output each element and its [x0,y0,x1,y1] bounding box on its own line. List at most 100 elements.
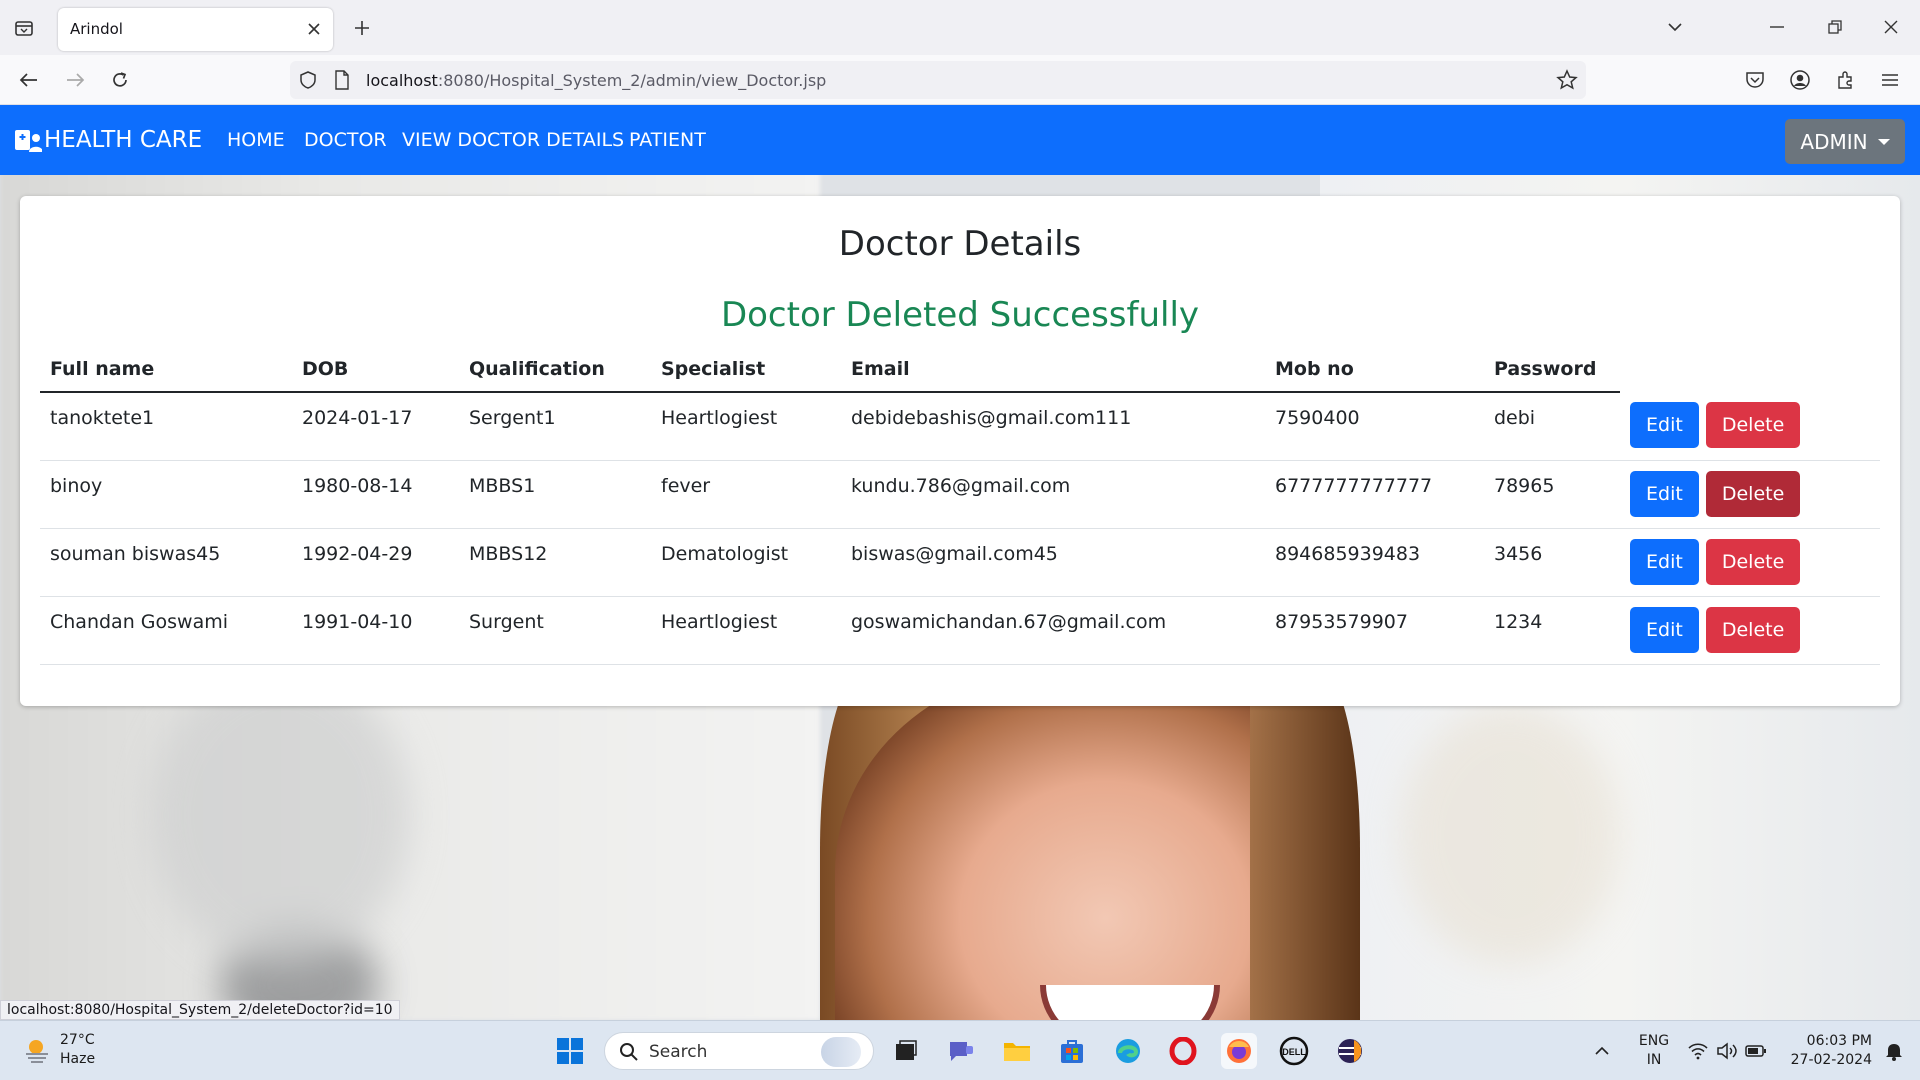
cell-dob: 1992-04-29 [292,528,459,597]
cell-actions: Edit Delete [1620,528,1880,597]
task-view-icon[interactable] [888,1033,924,1069]
chat-icon[interactable] [943,1033,979,1069]
nav-home[interactable]: HOME [227,129,285,151]
account-icon[interactable] [1785,65,1815,95]
date: 27-02-2024 [1790,1052,1872,1068]
delete-button[interactable]: Delete [1705,470,1801,517]
pocket-icon[interactable] [1740,65,1770,95]
caret-down-icon [1877,138,1890,145]
window-close-icon[interactable] [1876,12,1906,42]
url-text[interactable]: localhost:8080/Hospital_System_2/admin/v… [366,71,826,90]
region-code: IN [1646,1052,1662,1068]
cell-email: biswas@gmail.com45 [841,528,1265,597]
edit-button[interactable]: Edit [1630,470,1699,517]
cell-full-name: souman biswas45 [40,528,292,597]
eclipse-icon[interactable] [1332,1033,1368,1069]
delete-button[interactable]: Delete [1705,538,1801,585]
brand-link[interactable]: HEALTH CARE [14,127,202,153]
url-bar[interactable]: localhost:8080/Hospital_System_2/admin/v… [290,61,1586,99]
search-highlight-icon [821,1037,861,1067]
reload-icon[interactable] [105,65,135,95]
cell-dob: 1980-08-14 [292,460,459,529]
extensions-icon[interactable] [1830,65,1860,95]
nav-view-doctor-details[interactable]: VIEW DOCTOR DETAILS [402,129,624,151]
delete-button[interactable]: Delete [1705,402,1801,448]
cell-qualification: MBBS12 [459,528,651,597]
store-icon[interactable] [1054,1033,1090,1069]
table-row: binoy 1980-08-14 MBBS1 fever kundu.786@g… [40,460,1880,529]
notification-bell-icon[interactable] [1876,1033,1912,1069]
header-specialist: Specialist [651,346,841,393]
cell-specialist: fever [651,460,841,529]
background-blur [150,665,410,965]
link-status-bar: localhost:8080/Hospital_System_2/deleteD… [0,1000,400,1020]
minimize-icon[interactable] [1762,12,1792,42]
cell-mob-no: 894685939483 [1265,528,1484,597]
chevron-down-icon[interactable] [1660,12,1690,42]
browser-tabstrip: Arindol [0,0,1920,55]
cell-full-name: Chandan Goswami [40,596,292,665]
edit-button[interactable]: Edit [1630,538,1699,585]
cell-password: debi [1484,392,1620,461]
nav-doctor[interactable]: DOCTOR [304,129,387,151]
cell-mob-no: 87953579907 [1265,596,1484,665]
taskbar-search[interactable]: Search [604,1032,874,1070]
page-title: Doctor Details [838,224,1082,264]
dell-icon[interactable]: DELL [1276,1033,1312,1069]
table-header-row: Full name DOB Qualification Specialist E… [40,346,1880,393]
doctor-icon [15,130,42,152]
bookmark-star-icon[interactable] [1556,69,1578,95]
temperature: 27°C [60,1032,95,1048]
edit-button[interactable]: Edit [1630,402,1699,448]
cell-qualification: Sergent1 [459,392,651,461]
new-tab-icon[interactable] [348,14,376,42]
clock[interactable]: 06:03 PM 27-02-2024 [1780,1032,1872,1070]
header-qualification: Qualification [459,346,651,393]
menu-icon[interactable] [1875,65,1905,95]
taskbar: 27°C Haze Search DELL ENG IN 06:03 PM 27… [0,1020,1920,1080]
language-indicator[interactable]: ENG IN [1634,1032,1674,1070]
opera-icon[interactable] [1165,1033,1201,1069]
restore-icon[interactable] [1820,12,1850,42]
cell-dob: 1991-04-10 [292,596,459,665]
browser-toolbar: localhost:8080/Hospital_System_2/admin/v… [0,55,1920,105]
battery-icon[interactable] [1738,1033,1774,1069]
back-icon[interactable] [14,65,44,95]
search-icon [619,1042,639,1066]
delete-button[interactable]: Delete [1705,606,1801,653]
cell-password: 3456 [1484,528,1620,597]
cell-actions: Edit Delete [1620,460,1880,529]
close-icon[interactable] [303,18,325,40]
chevron-up-icon[interactable] [1584,1033,1620,1069]
tab-list-icon[interactable] [10,14,38,42]
app-navbar: HEALTH CARE HOME DOCTOR VIEW DOCTOR DETA… [0,105,1920,175]
nav-patient[interactable]: PATIENT [629,129,706,151]
table-row: souman biswas45 1992-04-29 MBBS12 Demato… [40,528,1880,597]
cell-specialist: Heartlogiest [651,596,841,665]
header-full-name: Full name [40,346,292,393]
windows-start-icon[interactable] [552,1033,588,1069]
firefox-icon[interactable] [1221,1033,1257,1069]
admin-dropdown-button[interactable]: ADMIN [1785,119,1905,164]
cell-mob-no: 7590400 [1265,392,1484,461]
search-placeholder: Search [649,1042,708,1062]
cell-full-name: binoy [40,460,292,529]
edge-icon[interactable] [1110,1033,1146,1069]
header-dob: DOB [292,346,459,393]
weather-widget[interactable]: 27°C Haze [22,1031,95,1069]
forward-icon[interactable] [60,65,90,95]
cell-dob: 2024-01-17 [292,392,459,461]
cell-specialist: Dematologist [651,528,841,597]
cell-specialist: Heartlogiest [651,392,841,461]
language-code: ENG [1638,1033,1670,1049]
cell-email: goswamichandan.67@gmail.com [841,596,1265,665]
shield-icon[interactable] [298,70,318,94]
doctor-table: Full name DOB Qualification Specialist E… [40,346,1880,665]
cell-email: kundu.786@gmail.com [841,460,1265,529]
file-explorer-icon[interactable] [999,1033,1035,1069]
browser-tab[interactable]: Arindol [58,8,333,51]
edit-button[interactable]: Edit [1630,606,1699,653]
table-row: tanoktete1 2024-01-17 Sergent1 Heartlogi… [40,392,1880,461]
header-email: Email [841,346,1265,393]
time: 06:03 PM [1806,1033,1872,1049]
